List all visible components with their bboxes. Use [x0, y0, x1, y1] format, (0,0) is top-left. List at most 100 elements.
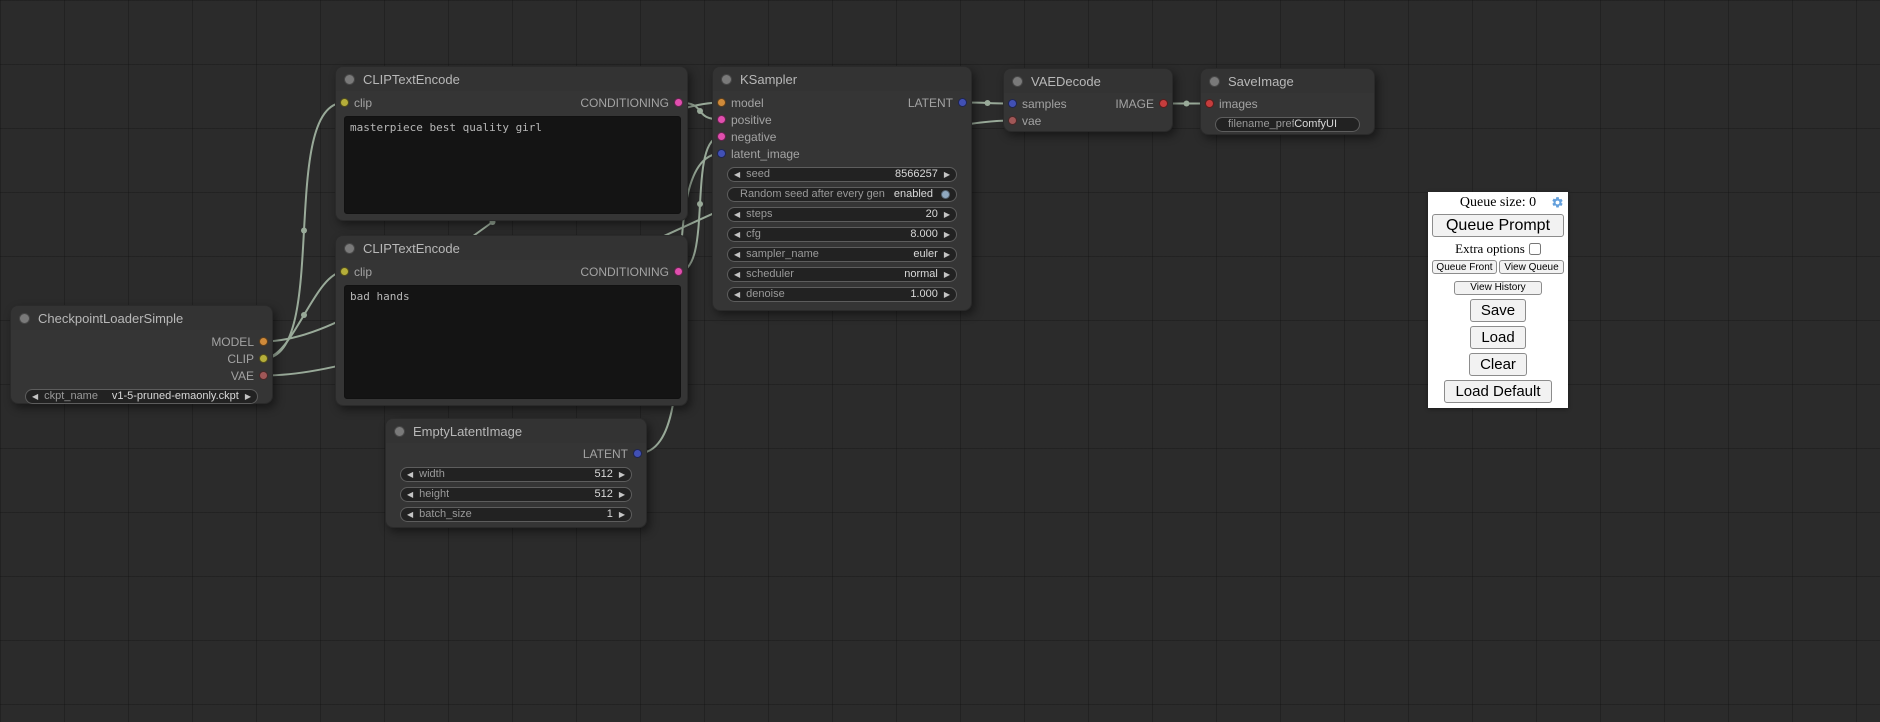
slot-label: clip: [354, 265, 372, 279]
decrement-arrow-icon[interactable]: ◀: [407, 491, 413, 499]
widget-sampler-name[interactable]: ◀ sampler_name euler ▶: [727, 247, 957, 262]
collapse-dot[interactable]: [394, 426, 405, 437]
slot-label: images: [1219, 97, 1258, 111]
input-dot-latent-image[interactable]: [717, 149, 726, 158]
widget-random-seed-toggle[interactable]: Random seed after every gen enabled: [727, 187, 957, 202]
prev-value-arrow-icon[interactable]: ◀: [734, 271, 740, 279]
prompt-textarea[interactable]: masterpiece best quality girl: [344, 116, 681, 214]
decrement-arrow-icon[interactable]: ◀: [407, 471, 413, 479]
link-midpoint-dot: [1184, 101, 1190, 107]
widget-height[interactable]: ◀ height 512 ▶: [400, 487, 632, 502]
node-title-bar[interactable]: SaveImage: [1201, 69, 1374, 93]
slot-label: LATENT: [908, 96, 953, 110]
prev-value-arrow-icon[interactable]: ◀: [32, 393, 38, 401]
node-saveimage[interactable]: SaveImage images filename_prefix ComfyUI: [1200, 68, 1375, 135]
widget-label: steps: [746, 208, 772, 221]
view-queue-button[interactable]: View Queue: [1499, 260, 1564, 274]
widget-scheduler[interactable]: ◀ scheduler normal ▶: [727, 267, 957, 282]
next-value-arrow-icon[interactable]: ▶: [944, 271, 950, 279]
next-value-arrow-icon[interactable]: ▶: [245, 393, 251, 401]
output-dot-model[interactable]: [259, 337, 268, 346]
increment-arrow-icon[interactable]: ▶: [619, 491, 625, 499]
extra-options-checkbox[interactable]: [1529, 243, 1541, 255]
increment-arrow-icon[interactable]: ▶: [944, 291, 950, 299]
node-emptylatentimage[interactable]: EmptyLatentImage LATENT ◀ width 512 ▶ ◀ …: [385, 418, 647, 528]
widget-label: sampler_name: [746, 248, 819, 261]
output-dot-vae[interactable]: [259, 371, 268, 380]
save-button[interactable]: Save: [1470, 299, 1526, 322]
output-dot-latent[interactable]: [633, 449, 642, 458]
decrement-arrow-icon[interactable]: ◀: [734, 171, 740, 179]
node-title-bar[interactable]: VAEDecode: [1004, 69, 1172, 93]
load-button[interactable]: Load: [1470, 326, 1525, 349]
increment-arrow-icon[interactable]: ▶: [619, 511, 625, 519]
queue-front-button[interactable]: Queue Front: [1432, 260, 1497, 274]
node-title: EmptyLatentImage: [413, 424, 522, 439]
prompt-textarea[interactable]: bad hands: [344, 285, 681, 399]
prev-value-arrow-icon[interactable]: ◀: [734, 251, 740, 259]
collapse-dot[interactable]: [721, 74, 732, 85]
node-title-bar[interactable]: KSampler: [713, 67, 971, 91]
next-value-arrow-icon[interactable]: ▶: [944, 251, 950, 259]
decrement-arrow-icon[interactable]: ◀: [734, 211, 740, 219]
decrement-arrow-icon[interactable]: ◀: [734, 291, 740, 299]
collapse-dot[interactable]: [344, 243, 355, 254]
output-dot-latent[interactable]: [958, 98, 967, 107]
clear-button[interactable]: Clear: [1469, 353, 1527, 376]
slot-row: latent_image: [713, 145, 971, 162]
node-checkpointloadersimple[interactable]: CheckpointLoaderSimple MODEL CLIP VAE ◀ …: [10, 305, 273, 404]
collapse-dot[interactable]: [344, 74, 355, 85]
node-title-bar[interactable]: EmptyLatentImage: [386, 419, 646, 443]
widget-steps[interactable]: ◀ steps 20 ▶: [727, 207, 957, 222]
node-cliptextencode-positive[interactable]: CLIPTextEncode clip CONDITIONING masterp…: [335, 66, 688, 221]
queue-prompt-button[interactable]: Queue Prompt: [1432, 214, 1564, 237]
input-dot-vae[interactable]: [1008, 116, 1017, 125]
settings-gear-icon[interactable]: [1551, 196, 1564, 209]
slot-label: negative: [731, 130, 776, 144]
widget-width[interactable]: ◀ width 512 ▶: [400, 467, 632, 482]
increment-arrow-icon[interactable]: ▶: [944, 171, 950, 179]
input-dot-samples[interactable]: [1008, 99, 1017, 108]
output-dot-image[interactable]: [1159, 99, 1168, 108]
input-dot-clip[interactable]: [340, 267, 349, 276]
node-title-bar[interactable]: CLIPTextEncode: [336, 236, 687, 260]
widget-value: ComfyUI: [1294, 118, 1337, 131]
toggle-on-indicator[interactable]: [941, 190, 950, 199]
widget-cfg[interactable]: ◀ cfg 8.000 ▶: [727, 227, 957, 242]
decrement-arrow-icon[interactable]: ◀: [734, 231, 740, 239]
widget-ckpt-name[interactable]: ◀ ckpt_name v1-5-pruned-emaonly.ckpt ▶: [25, 389, 258, 404]
load-default-button[interactable]: Load Default: [1444, 380, 1551, 403]
node-title-bar[interactable]: CheckpointLoaderSimple: [11, 306, 272, 330]
collapse-dot[interactable]: [1012, 76, 1023, 87]
collapse-dot[interactable]: [1209, 76, 1220, 87]
collapse-dot[interactable]: [19, 313, 30, 324]
increment-arrow-icon[interactable]: ▶: [944, 211, 950, 219]
input-dot-images[interactable]: [1205, 99, 1214, 108]
graph-canvas[interactable]: CheckpointLoaderSimple MODEL CLIP VAE ◀ …: [0, 0, 1880, 722]
slot-label: model: [731, 96, 764, 110]
widget-filename-prefix[interactable]: filename_prefix ComfyUI: [1215, 117, 1360, 132]
widget-seed[interactable]: ◀ seed 8566257 ▶: [727, 167, 957, 182]
widget-denoise[interactable]: ◀ denoise 1.000 ▶: [727, 287, 957, 302]
output-dot-conditioning[interactable]: [674, 98, 683, 107]
node-ksampler[interactable]: KSampler model LATENT positive negative …: [712, 66, 972, 311]
increment-arrow-icon[interactable]: ▶: [944, 231, 950, 239]
slot-label: samples: [1022, 97, 1067, 111]
decrement-arrow-icon[interactable]: ◀: [407, 511, 413, 519]
input-dot-positive[interactable]: [717, 115, 726, 124]
input-dot-clip[interactable]: [340, 98, 349, 107]
node-vaedecode[interactable]: VAEDecode samples IMAGE vae: [1003, 68, 1173, 132]
widget-batch-size[interactable]: ◀ batch_size 1 ▶: [400, 507, 632, 522]
slot-label: vae: [1022, 114, 1041, 128]
increment-arrow-icon[interactable]: ▶: [619, 471, 625, 479]
node-title-bar[interactable]: CLIPTextEncode: [336, 67, 687, 91]
view-history-button[interactable]: View History: [1454, 281, 1542, 295]
output-dot-clip[interactable]: [259, 354, 268, 363]
widget-value: 512: [594, 468, 612, 481]
node-cliptextencode-negative[interactable]: CLIPTextEncode clip CONDITIONING bad han…: [335, 235, 688, 406]
input-dot-negative[interactable]: [717, 132, 726, 141]
widget-label: Random seed after every gen: [740, 188, 885, 201]
link-midpoint-dot: [697, 108, 703, 114]
output-dot-conditioning[interactable]: [674, 267, 683, 276]
input-dot-model[interactable]: [717, 98, 726, 107]
